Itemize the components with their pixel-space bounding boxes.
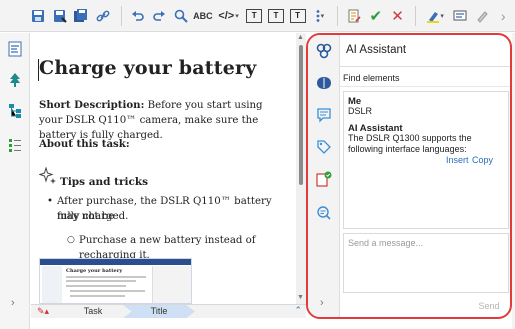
undo-icon[interactable] [128,6,148,26]
element-lock-icon[interactable]: ✎▴ [37,306,49,317]
comment-icon[interactable] [450,6,470,26]
bullet-dot: • [47,196,54,207]
find-elements-link[interactable]: Find elements [343,73,400,83]
toolbar-separator [415,5,417,26]
sub-bullet-circle: ○ [67,235,75,245]
save-icon[interactable] [28,6,48,26]
track-changes-icon[interactable] [344,6,364,26]
tree-icon[interactable] [7,72,23,88]
search-text-icon[interactable] [316,205,332,221]
chat-icon[interactable] [316,107,332,123]
hierarchy-icon[interactable] [7,103,23,119]
scroll-down-icon[interactable]: ▼ [297,294,304,301]
expand-sidebar-icon[interactable]: › [11,297,15,309]
divider [340,66,510,67]
attributes-icon[interactable] [7,137,23,153]
reject-change-icon[interactable]: ✕ [388,6,408,26]
message-text-ai: The DSLR Q1300 supports the following in… [348,133,472,154]
sparkle-icon [38,166,57,188]
thumbnail-toolbar [40,259,191,265]
save-as-icon[interactable] [50,6,70,26]
chat-history[interactable]: Me DSLR AI Assistant The DSLR Q1300 supp… [343,91,509,229]
ai-assistant-panel: › AI Assistant Find elements Me DSLR AI … [306,33,512,319]
copy-button[interactable]: Copy [472,155,493,165]
insert-text-icon[interactable]: T [266,6,286,26]
ai-panel-title: AI Assistant [346,44,407,56]
message-text-me: DSLR [348,106,373,116]
brain-icon[interactable] [316,75,332,91]
ai-positron-icon[interactable] [316,43,332,59]
forward-icon[interactable]: › [493,6,513,26]
ai-chat-area: AI Assistant Find elements Me DSLR AI As… [340,35,510,317]
expand-ai-actions-icon[interactable]: › [320,297,324,309]
divider [340,86,510,87]
insert-element-icon[interactable]: T [244,6,264,26]
left-sidebar: › [0,33,30,329]
main-toolbar: ABC </> ▾ T T T ▾ ✔ ✕ ▾ › [0,0,515,32]
ai-side-rail: › [308,35,340,317]
accept-change-icon[interactable]: ✔ [366,6,386,26]
more-icon[interactable]: ▾ [309,6,329,26]
breadcrumb-item-task[interactable]: Task [57,305,129,318]
send-button[interactable]: Send [470,297,508,315]
scroll-up-icon[interactable]: ▲ [297,34,304,41]
tips-section[interactable]: Tips and tricks [38,166,149,188]
redo-icon[interactable] [150,6,170,26]
insert-table-icon[interactable]: T [288,6,308,26]
spellcheck-icon[interactable]: ABC [193,6,213,26]
tags-icon[interactable]: </> ▾ [215,6,243,26]
about-task-heading[interactable]: About this task: [39,137,289,152]
find-icon[interactable] [171,6,191,26]
screenshot-image[interactable]: Charge your battery [39,258,192,304]
document-scrollbar[interactable]: ▲ ▼ [296,33,306,304]
message-input[interactable]: Send a message... [343,233,509,293]
outline-icon[interactable] [7,41,23,57]
document-editor[interactable]: Charge your battery Short Description: B… [31,33,296,304]
link-icon[interactable] [93,6,113,26]
toolbar-separator [337,5,339,26]
topic-title[interactable]: Charge your battery [39,57,257,79]
highlight-icon[interactable]: ▾ [422,6,448,26]
scrollbar-thumb[interactable] [299,45,303,185]
breadcrumb-item-title[interactable]: Title [123,305,195,318]
breadcrumb: ✎▴ Task Title ⌃ [31,304,306,318]
toolbar-separator [120,5,122,26]
collapse-up-icon[interactable]: ⌃ [294,305,302,316]
insert-button[interactable]: Insert [446,155,469,165]
save-all-icon[interactable] [71,6,91,26]
short-description-label: Short Description: [39,99,145,111]
review-check-icon[interactable] [316,171,332,187]
tag-icon[interactable] [316,139,332,155]
list-item-continued[interactable]: fully charged. [57,209,128,224]
edit-comment-icon[interactable] [472,6,492,26]
tips-heading: Tips and tricks [60,175,149,188]
editor-window: ABC </> ▾ T T T ▾ ✔ ✕ ▾ › › Charge your … [0,0,515,329]
thumbnail-title: Charge your battery [66,268,123,274]
